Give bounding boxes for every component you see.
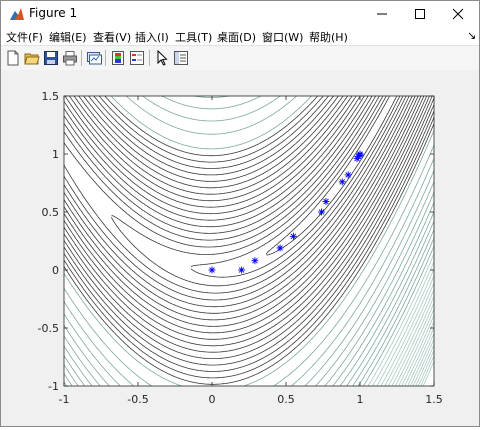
legend-icon bbox=[130, 51, 144, 65]
open-file-button[interactable] bbox=[23, 49, 41, 67]
new-figure-button[interactable] bbox=[4, 49, 22, 67]
menu-bar: 文件(F) 编辑(E) 查看(V) 插入(I) 工具(T) 桌面(D) 窗口(W… bbox=[1, 27, 479, 45]
y-tick-label: 1 bbox=[52, 148, 59, 161]
plot-svg[interactable]: -1 -0.5 0 0.5 1 1.5 -1 -0.5 0 0.5 1 1.5 bbox=[1, 70, 479, 426]
contour-line bbox=[157, 70, 266, 77]
menu-desktop[interactable]: 桌面(D) bbox=[217, 29, 256, 45]
menu-window[interactable]: 窗口(W) bbox=[262, 29, 303, 45]
print-button[interactable] bbox=[61, 49, 79, 67]
toolbar-separator bbox=[149, 50, 150, 66]
menu-tools[interactable]: 工具(T) bbox=[175, 29, 212, 45]
matlab-figure-icon bbox=[9, 6, 25, 22]
open-file-icon bbox=[24, 53, 40, 65]
property-inspector-button[interactable] bbox=[172, 49, 190, 67]
contour-line bbox=[192, 96, 231, 98]
x-tick-label: 1.5 bbox=[425, 393, 443, 406]
menu-edit[interactable]: 编辑(E) bbox=[49, 29, 87, 45]
link-plot-icon bbox=[87, 52, 102, 65]
menu-view[interactable]: 查看(V) bbox=[93, 29, 131, 45]
save-button[interactable] bbox=[42, 49, 60, 67]
y-tick-label: 1.5 bbox=[42, 90, 60, 103]
x-tick-label: -1 bbox=[59, 393, 70, 406]
minimize-icon bbox=[377, 13, 387, 15]
close-button[interactable] bbox=[437, 1, 479, 27]
colorbar-button[interactable] bbox=[109, 49, 127, 67]
toolbar-separator bbox=[81, 50, 82, 66]
maximize-icon bbox=[415, 9, 425, 19]
contour-line bbox=[142, 70, 281, 87]
menu-help[interactable]: 帮助(H) bbox=[309, 29, 348, 45]
x-tick-label: 1 bbox=[357, 393, 364, 406]
new-figure-icon bbox=[7, 50, 19, 66]
minimize-button[interactable] bbox=[361, 1, 403, 27]
window-title: Figure 1 bbox=[29, 6, 78, 20]
axes-background bbox=[64, 96, 434, 386]
edit-plot-button[interactable] bbox=[153, 49, 171, 67]
edit-plot-arrow-icon bbox=[157, 50, 168, 66]
y-tick-label: -0.5 bbox=[38, 322, 59, 335]
figure-window: Figure 1 文件(F) 编辑(E) 查看(V) 插入(I) 工具(T) 桌… bbox=[0, 0, 480, 427]
link-plot-button[interactable] bbox=[85, 49, 103, 67]
figure-canvas[interactable]: -1 -0.5 0 0.5 1 1.5 -1 -0.5 0 0.5 1 1.5 bbox=[1, 70, 479, 426]
close-icon bbox=[452, 8, 464, 20]
figure-toolbar bbox=[1, 45, 479, 71]
y-tick-label: -1 bbox=[48, 380, 59, 393]
print-icon bbox=[63, 51, 77, 66]
x-tick-label: 0 bbox=[209, 393, 216, 406]
legend-button[interactable] bbox=[128, 49, 146, 67]
maximize-button[interactable] bbox=[399, 1, 441, 27]
x-tick-label: 0.5 bbox=[277, 393, 295, 406]
save-icon bbox=[44, 51, 58, 65]
menu-insert[interactable]: 插入(I) bbox=[135, 29, 169, 45]
x-tick-label: -0.5 bbox=[127, 393, 148, 406]
property-inspector-icon bbox=[174, 51, 188, 65]
data-point-star bbox=[356, 150, 364, 158]
toolbar-separator bbox=[105, 50, 106, 66]
menu-file[interactable]: 文件(F) bbox=[6, 29, 43, 45]
dock-arrow-icon[interactable]: ↘ bbox=[467, 29, 476, 42]
y-tick-label: 0.5 bbox=[42, 206, 60, 219]
title-bar[interactable]: Figure 1 bbox=[1, 1, 479, 27]
y-tick-label: 0 bbox=[52, 264, 59, 277]
colorbar-icon bbox=[112, 51, 124, 65]
